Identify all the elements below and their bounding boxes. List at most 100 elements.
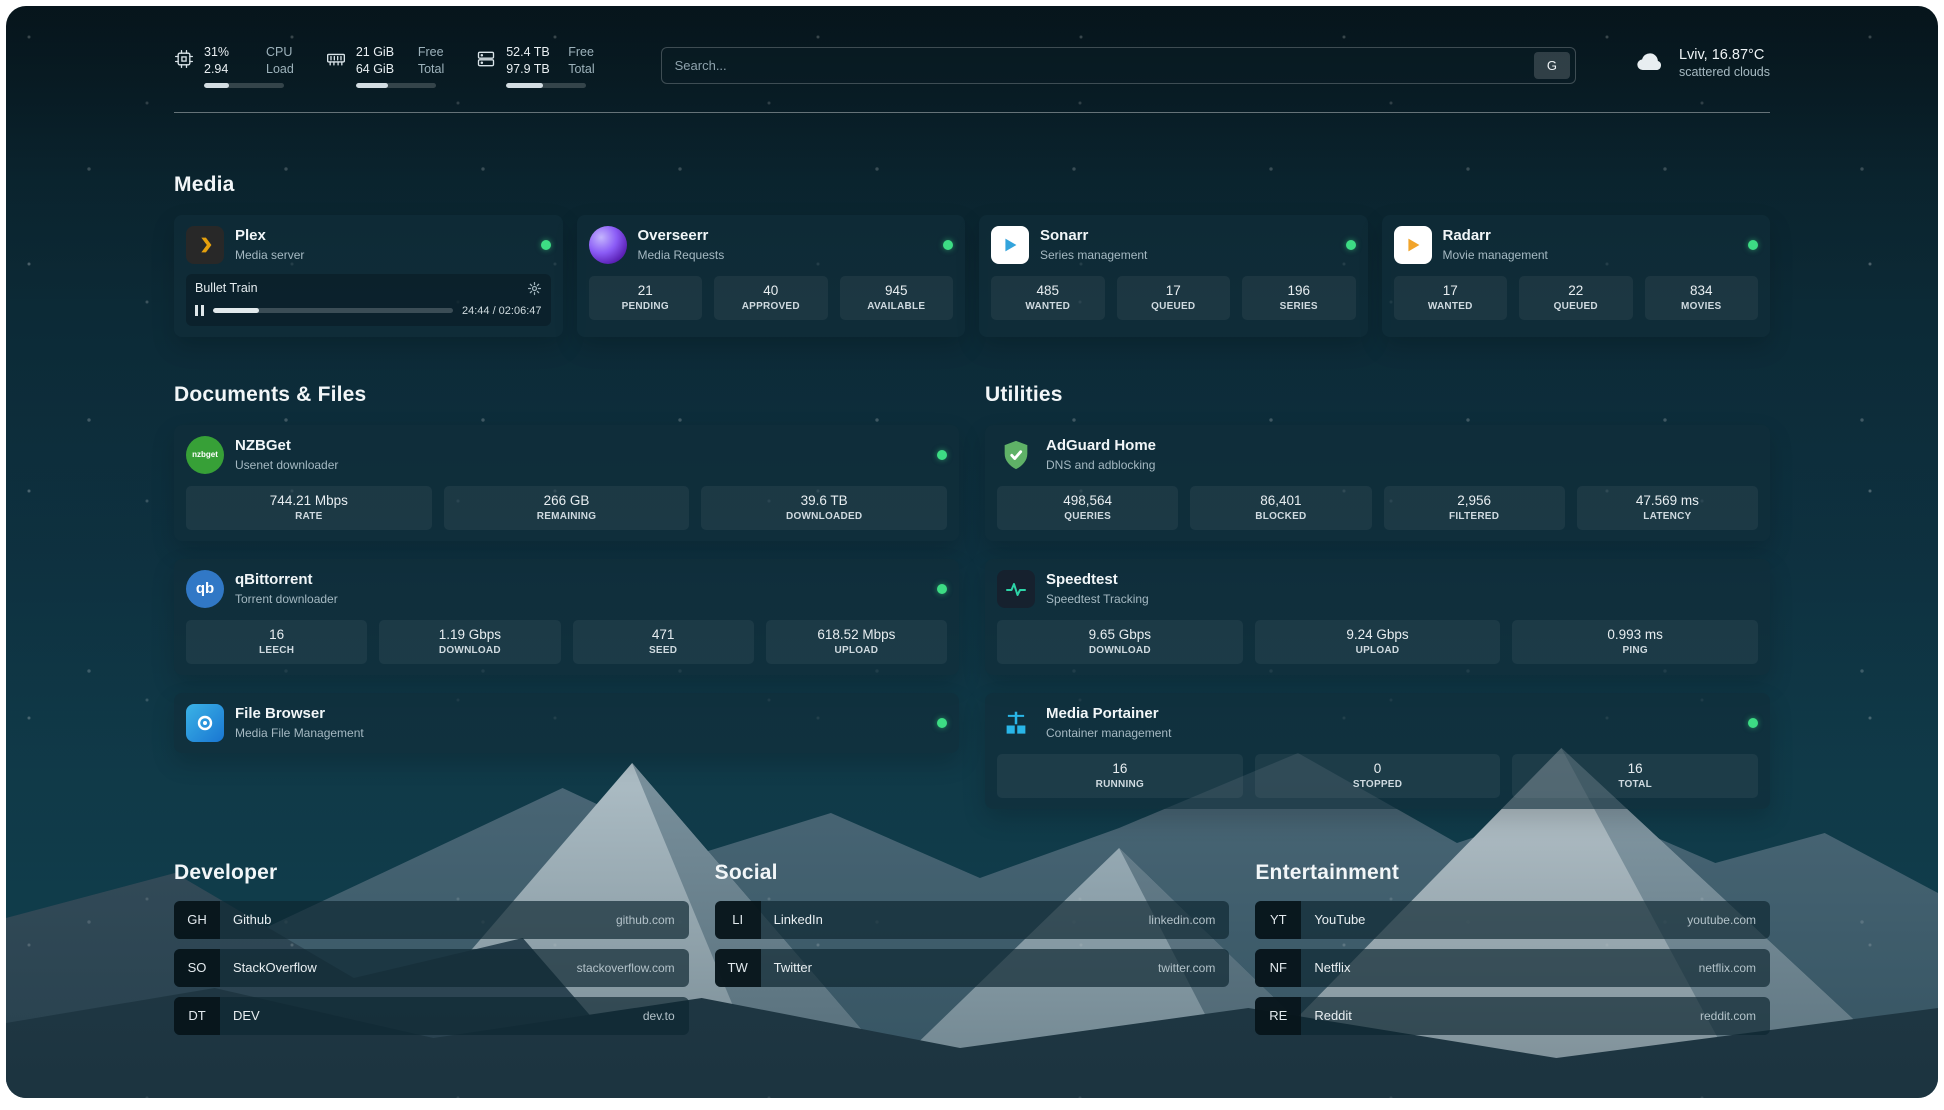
status-dot — [937, 450, 947, 460]
service-card-qbittorrent[interactable]: qb qBittorrent Torrent downloader 16LEEC… — [174, 559, 959, 675]
social-heading: Social — [715, 861, 1230, 885]
stat-label: UPLOAD — [1259, 645, 1497, 656]
speedtest-titles: Speedtest Speedtest Tracking — [1046, 571, 1149, 606]
service-subtitle: Speedtest Tracking — [1046, 592, 1149, 606]
service-card-plex[interactable]: Plex Media server Bullet Train — [174, 215, 563, 337]
memory-total-value: 64 GiB — [356, 61, 404, 78]
stat-label: WANTED — [995, 301, 1101, 312]
weather-widget: Lviv, 16.87°C scattered clouds — [1634, 46, 1770, 79]
weather-location: Lviv, 16.87°C — [1679, 46, 1770, 65]
search-provider-button[interactable]: G — [1534, 52, 1570, 79]
status-dot — [1748, 718, 1758, 728]
bookmark-name: DEV — [233, 1008, 260, 1023]
stat: 9.65 GbpsDOWNLOAD — [997, 620, 1243, 664]
service-card-radarr[interactable]: Radarr Movie management 17WANTED 22QUEUE… — [1382, 215, 1771, 337]
bookmark-abbr: NF — [1255, 949, 1301, 987]
playback-time: 24:44 / 02:06:47 — [462, 305, 542, 317]
overseerr-icon — [589, 226, 627, 264]
service-title: Radarr — [1443, 227, 1548, 245]
weather-text: Lviv, 16.87°C scattered clouds — [1679, 46, 1770, 79]
stat: 196SERIES — [1242, 276, 1356, 320]
service-card-portainer[interactable]: Media Portainer Container management 16R… — [985, 693, 1770, 809]
stat: 618.52 MbpsUPLOAD — [766, 620, 947, 664]
cpu-load-label: Load — [266, 61, 294, 78]
bookmark-abbr: YT — [1255, 901, 1301, 939]
stat: 266 GBREMAINING — [444, 486, 690, 530]
service-card-filebrowser[interactable]: File Browser Media File Management — [174, 693, 959, 753]
bookmark-dev[interactable]: DT DEV dev.to — [174, 997, 689, 1035]
nzbget-stats: 744.21 MbpsRATE 266 GBREMAINING 39.6 TBD… — [186, 486, 947, 530]
bookmark-url: twitter.com — [1158, 961, 1215, 975]
playback-progress-bar[interactable] — [213, 308, 453, 313]
stat: 40APPROVED — [714, 276, 828, 320]
stat-value: 0.993 ms — [1516, 627, 1754, 642]
stat-label: DOWNLOAD — [1001, 645, 1239, 656]
top-bar: 31%CPU 2.94Load 21 GiBFree 64 GiBTotal — [174, 6, 1770, 88]
bookmark-name: YouTube — [1314, 912, 1365, 927]
stat-value: 47.569 ms — [1581, 493, 1754, 508]
search-box[interactable]: G — [661, 47, 1576, 84]
speedtest-icon — [997, 570, 1035, 608]
stat-value: 471 — [577, 627, 750, 642]
bookmark-abbr: GH — [174, 901, 220, 939]
stat-label: UPLOAD — [770, 645, 943, 656]
stat-label: QUEUED — [1523, 301, 1629, 312]
plex-icon — [186, 226, 224, 264]
bookmark-url: dev.to — [643, 1009, 675, 1023]
memory-icon — [326, 49, 346, 69]
service-subtitle: Media server — [235, 248, 304, 262]
bookmark-youtube[interactable]: YT YouTube youtube.com — [1255, 901, 1770, 939]
filebrowser-icon — [186, 704, 224, 742]
status-dot — [1346, 240, 1356, 250]
bookmark-name: StackOverflow — [233, 960, 317, 975]
bookmarks-social: Social LI LinkedIn linkedin.com TW Twitt… — [715, 861, 1230, 1045]
section-media: Media Plex Media server — [174, 173, 1770, 337]
stat: 1.19 GbpsDOWNLOAD — [379, 620, 560, 664]
portainer-stats: 16RUNNING 0STOPPED 16TOTAL — [997, 754, 1758, 798]
cpu-readout: 31%CPU 2.94Load — [204, 44, 294, 88]
service-title: File Browser — [235, 705, 364, 723]
stat-value: 0 — [1259, 761, 1497, 776]
disk-free-value: 52.4 TB — [506, 44, 554, 61]
media-heading: Media — [174, 173, 1770, 197]
disk-icon — [476, 49, 496, 69]
status-dot — [937, 718, 947, 728]
service-card-speedtest[interactable]: Speedtest Speedtest Tracking 9.65 GbpsDO… — [985, 559, 1770, 675]
weather-condition: scattered clouds — [1679, 65, 1770, 79]
service-card-nzbget[interactable]: nzbget NZBGet Usenet downloader 744.21 M… — [174, 425, 959, 541]
bookmark-twitter[interactable]: TW Twitter twitter.com — [715, 949, 1230, 987]
stat: 9.24 GbpsUPLOAD — [1255, 620, 1501, 664]
now-playing-title: Bullet Train — [195, 281, 258, 295]
page-content: 31%CPU 2.94Load 21 GiBFree 64 GiBTotal — [6, 6, 1938, 1089]
disk-total-value: 97.9 TB — [506, 61, 554, 78]
adguard-icon — [997, 436, 1035, 474]
adguard-stats: 498,564QUERIES 86,401BLOCKED 2,956FILTER… — [997, 486, 1758, 530]
qbittorrent-icon: qb — [186, 570, 224, 608]
memory-free-value: 21 GiB — [356, 44, 404, 61]
files-heading: Documents & Files — [174, 383, 959, 407]
stat: 17WANTED — [1394, 276, 1508, 320]
adguard-titles: AdGuard Home DNS and adblocking — [1046, 437, 1156, 472]
stat-label: BLOCKED — [1194, 511, 1367, 522]
search-input[interactable] — [675, 58, 1534, 73]
bookmark-abbr: SO — [174, 949, 220, 987]
bookmark-reddit[interactable]: RE Reddit reddit.com — [1255, 997, 1770, 1035]
bookmark-stackoverflow[interactable]: SO StackOverflow stackoverflow.com — [174, 949, 689, 987]
bookmark-abbr: TW — [715, 949, 761, 987]
service-card-adguard[interactable]: AdGuard Home DNS and adblocking 498,564Q… — [985, 425, 1770, 541]
bookmark-netflix[interactable]: NF Netflix netflix.com — [1255, 949, 1770, 987]
portainer-icon — [997, 704, 1035, 742]
stat: 2,956FILTERED — [1384, 486, 1565, 530]
stat-label: APPROVED — [718, 301, 824, 312]
two-column-sections: Documents & Files nzbget NZBGet Usenet d… — [174, 383, 1770, 809]
bookmark-linkedin[interactable]: LI LinkedIn linkedin.com — [715, 901, 1230, 939]
stat-value: 22 — [1523, 283, 1629, 298]
stat-value: 16 — [190, 627, 363, 642]
service-card-overseerr[interactable]: Overseerr Media Requests 21PENDING 40APP… — [577, 215, 966, 337]
service-card-sonarr[interactable]: Sonarr Series management 485WANTED 17QUE… — [979, 215, 1368, 337]
bookmark-name: Twitter — [774, 960, 812, 975]
bookmark-github[interactable]: GH Github github.com — [174, 901, 689, 939]
pause-icon[interactable] — [195, 305, 204, 316]
gear-icon[interactable] — [527, 281, 542, 296]
memory-total-label: Total — [418, 61, 444, 78]
